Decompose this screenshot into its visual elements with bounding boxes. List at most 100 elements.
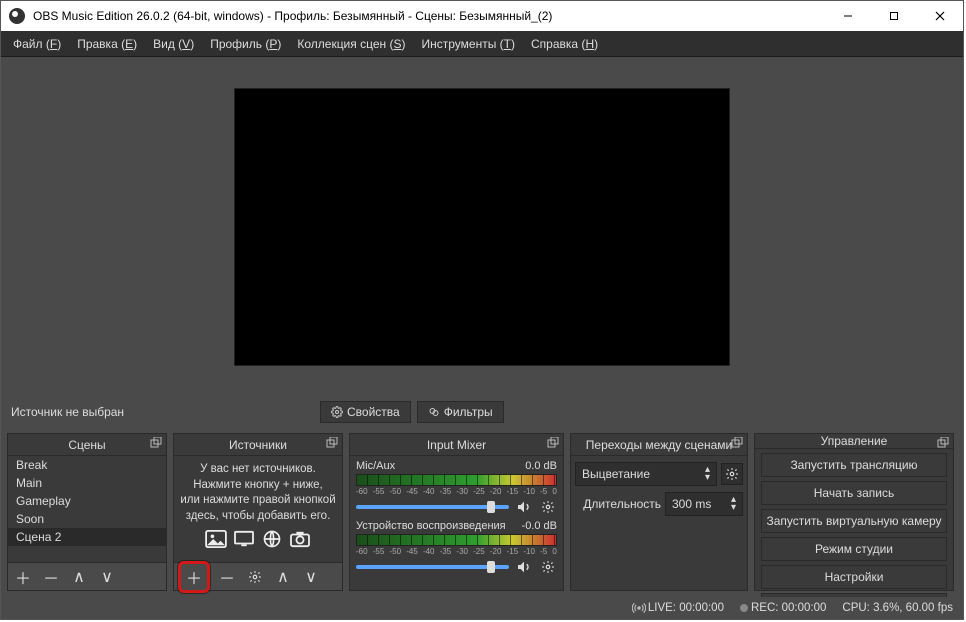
menu-view[interactable]: Вид (V) [145,33,202,55]
source-down-button[interactable]: ∨ [300,566,322,588]
filter-icon [428,406,440,418]
channel-db: -0.0 dB [522,520,557,532]
source-up-button[interactable]: ∧ [272,566,294,588]
start-streaming-button[interactable]: Запустить трансляцию [761,453,947,477]
popout-icon[interactable] [547,437,559,449]
camera-icon [287,528,313,550]
channel-settings-button[interactable] [539,558,557,576]
display-icon [231,528,257,550]
duration-spinbox[interactable]: 300 ms ▴▾ [665,492,743,516]
add-source-highlight: ＋ [178,561,210,593]
speaker-icon[interactable] [515,558,533,576]
close-button[interactable] [917,1,963,31]
menu-file[interactable]: Файл (F) [5,33,69,55]
sources-toolbar: ＋ － ∧ ∨ [174,562,342,590]
scenes-list[interactable]: BreakMainGameplaySoonСцена 2 [8,456,166,562]
start-recording-button[interactable]: Начать запись [761,481,947,505]
add-source-button[interactable]: ＋ [183,566,205,588]
preview-area [1,57,963,397]
controls-dock: Управление Запустить трансляцию Начать з… [754,433,954,591]
menu-profile[interactable]: Профиль (P) [202,33,289,55]
scene-item[interactable]: Gameplay [8,492,166,510]
chevron-updown-icon: ▴▾ [731,496,736,512]
window-controls [825,1,963,31]
maximize-button[interactable] [871,1,917,31]
transition-select[interactable]: Выцветание ▴▾ [575,462,717,486]
popout-icon[interactable] [731,437,743,449]
statusbar: LIVE: 00:00:00 REC: 00:00:00 CPU: 3.6%, … [1,597,963,619]
window-title: OBS Music Edition 26.0.2 (64-bit, window… [33,9,825,23]
channel-name: Mic/Aux [356,460,395,472]
menu-scene-collection[interactable]: Коллекция сцен (S) [289,33,413,55]
channel-name: Устройство воспроизведения [356,520,506,532]
transitions-header: Переходы между сценами [571,434,747,456]
sources-body[interactable]: У вас нет источников. Нажмите кнопку + н… [174,456,342,590]
meter-ticks: -60-55-50-45-40-35-30-25-20-15-10-50 [356,487,557,496]
menubar: Файл (F) Правка (E) Вид (V) Профиль (P) … [1,31,963,57]
mixer-channel: Mic/Aux 0.0 dB -60-55-50-45-40-35-30-25-20… [356,460,557,516]
vu-meter [356,474,557,486]
rec-dot-icon [740,604,748,612]
mixer-channel: Устройство воспроизведения -0.0 dB -60-55-… [356,520,557,576]
controls-header: Управление [755,434,953,449]
main-area: Источник не выбран Свойства Фильтры Сцен… [1,57,963,619]
scene-item[interactable]: Main [8,474,166,492]
app-window: OBS Music Edition 26.0.2 (64-bit, window… [0,0,964,620]
cpu-status: CPU: 3.6%, 60.00 fps [842,602,953,614]
channel-db: 0.0 dB [525,460,557,472]
sources-empty-text: У вас нет источников. Нажмите кнопку + н… [174,456,342,562]
gear-icon [331,406,343,418]
transition-settings-button[interactable] [721,463,743,485]
scene-item[interactable]: Сцена 2 [8,528,166,546]
globe-icon [259,528,285,550]
popout-icon[interactable] [937,437,949,449]
scene-item[interactable]: Break [8,456,166,474]
menu-edit[interactable]: Правка (E) [69,33,145,55]
transitions-body: Выцветание ▴▾ Длительность 300 ms ▴▾ [571,456,747,590]
settings-button[interactable]: Настройки [761,565,947,589]
source-toolbar: Источник не выбран Свойства Фильтры [1,397,963,427]
channel-settings-button[interactable] [539,498,557,516]
rec-status: REC: 00:00:00 [740,602,826,614]
add-scene-button[interactable]: ＋ [12,566,34,588]
meter-ticks: -60-55-50-45-40-35-30-25-20-15-10-50 [356,547,557,556]
speaker-icon[interactable] [515,498,533,516]
sources-dock: Источники У вас нет источников. Нажмите … [173,433,343,591]
popout-icon[interactable] [326,437,338,449]
scene-up-button[interactable]: ∧ [68,566,90,588]
preview-canvas[interactable] [234,88,730,366]
mixer-body: Mic/Aux 0.0 dB -60-55-50-45-40-35-30-25-20… [350,456,563,590]
remove-source-button[interactable]: － [216,566,238,588]
studio-mode-button[interactable]: Режим студии [761,537,947,561]
scenes-header: Сцены [8,434,166,456]
app-icon [9,8,25,24]
no-source-label: Источник не выбран [11,405,211,419]
mixer-header: Input Mixer [350,434,563,456]
menu-help[interactable]: Справка (H) [523,33,606,55]
docks-row: Сцены BreakMainGameplaySoonСцена 2 ＋ － ∧… [1,427,963,597]
source-type-icons [180,528,336,550]
minimize-button[interactable] [825,1,871,31]
scene-item[interactable]: Soon [8,510,166,528]
transitions-dock: Переходы между сценами Выцветание ▴▾ [570,433,748,591]
menu-tools[interactable]: Инструменты (T) [414,33,524,55]
controls-body: Запустить трансляцию Начать запись Запус… [755,449,953,621]
scene-down-button[interactable]: ∨ [96,566,118,588]
chevron-updown-icon: ▴▾ [705,466,710,482]
remove-scene-button[interactable]: － [40,566,62,588]
start-virtualcam-button[interactable]: Запустить виртуальную камеру [761,509,947,533]
vu-meter [356,534,557,546]
scenes-toolbar: ＋ － ∧ ∨ [8,562,166,590]
scenes-dock: Сцены BreakMainGameplaySoonСцена 2 ＋ － ∧… [7,433,167,591]
duration-label: Длительность [575,497,661,511]
broadcast-icon [632,601,646,615]
filters-button[interactable]: Фильтры [417,401,504,423]
properties-button[interactable]: Свойства [320,401,411,423]
titlebar: OBS Music Edition 26.0.2 (64-bit, window… [1,1,963,31]
popout-icon[interactable] [150,437,162,449]
scenes-body: BreakMainGameplaySoonСцена 2 ＋ － ∧ ∨ [8,456,166,590]
source-properties-button[interactable] [244,566,266,588]
image-icon [203,528,229,550]
volume-slider[interactable] [356,505,509,509]
volume-slider[interactable] [356,565,509,569]
